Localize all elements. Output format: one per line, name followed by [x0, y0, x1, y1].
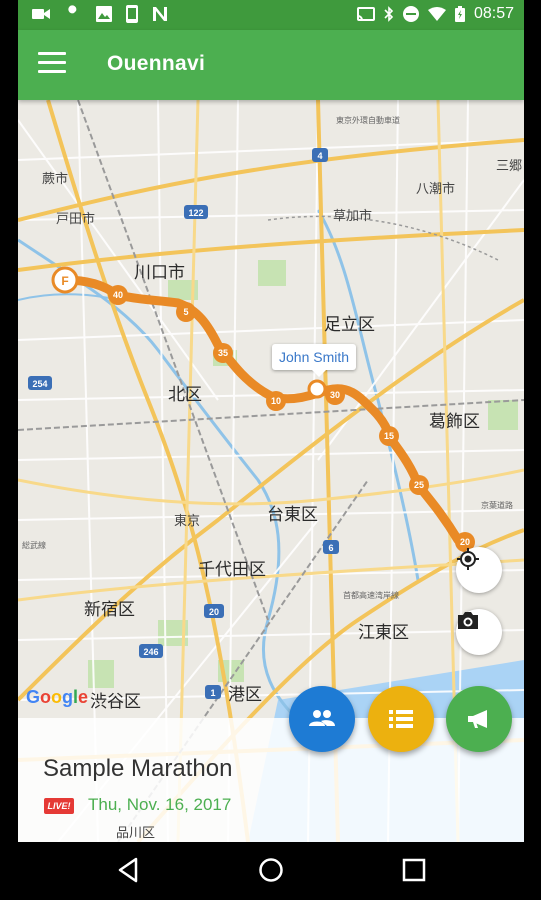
svg-text:F: F: [61, 274, 68, 288]
svg-text:25: 25: [414, 480, 424, 490]
place-label: 足立区: [324, 315, 375, 335]
start-marker[interactable]: F: [51, 266, 79, 294]
list-fab[interactable]: [368, 686, 434, 752]
do-not-disturb-icon: [402, 6, 419, 22]
place-label: 蕨市: [42, 172, 69, 187]
place-label: 港区: [228, 685, 262, 705]
place-label: 戸田市: [56, 212, 96, 227]
svg-text:10: 10: [271, 396, 281, 406]
runner-marker[interactable]: [307, 379, 327, 399]
svg-text:246: 246: [143, 647, 158, 657]
svg-text:122: 122: [188, 208, 203, 218]
km-marker[interactable]: 30: [325, 385, 345, 405]
event-date: Thu, Nov. 16, 2017: [88, 795, 232, 814]
place-label: 渋谷区: [90, 692, 141, 712]
svg-text:30: 30: [330, 390, 340, 400]
my-location-icon: [457, 548, 479, 570]
place-label: 東京: [174, 514, 201, 529]
status-time: 08:57: [473, 5, 514, 22]
svg-text:254: 254: [32, 379, 47, 389]
battery-icon: [454, 6, 465, 22]
road-shield: 6: [323, 540, 339, 554]
road-shield: 1: [205, 685, 221, 699]
back-icon[interactable]: [117, 857, 139, 883]
road-shield: 122: [184, 205, 208, 219]
road-label: 首都高速湾岸線: [343, 591, 399, 600]
runner-callout[interactable]: John Smith: [272, 344, 357, 377]
place-label: 新宿区: [84, 600, 135, 620]
km-marker[interactable]: 10: [266, 391, 286, 411]
cheer-fab[interactable]: [446, 686, 512, 752]
recents-icon[interactable]: [402, 857, 426, 883]
image-icon: [96, 6, 112, 22]
svg-text:6: 6: [328, 543, 333, 553]
bluetooth-icon: [384, 6, 394, 22]
km-marker[interactable]: 5: [176, 302, 196, 322]
wrench-icon: [66, 5, 77, 21]
list-icon: [389, 710, 413, 728]
menu-icon[interactable]: [38, 52, 66, 76]
place-label: 江東区: [358, 623, 409, 643]
place-label: 三郷: [496, 159, 523, 174]
app-bar: Ouennavi: [18, 30, 524, 100]
event-info-panel[interactable]: Sample Marathon LIVE! Thu, Nov. 16, 2017: [18, 718, 524, 842]
app-screen: 08:57 Ouennavi 122 4 254 6 20 246 1 F 40…: [18, 0, 524, 842]
km-marker[interactable]: 35: [213, 343, 233, 363]
status-bar: 08:57: [18, 0, 524, 30]
road-label: 東京外環自動車道: [336, 116, 400, 125]
cast-icon: [356, 7, 375, 21]
km-marker[interactable]: 25: [409, 475, 429, 495]
phone-icon: [126, 5, 138, 23]
my-location-button[interactable]: [456, 547, 502, 593]
place-label: 千代田区: [198, 560, 266, 580]
google-logo: Google: [26, 687, 89, 707]
participants-fab[interactable]: [289, 686, 355, 752]
app-title: Ouennavi: [107, 52, 206, 75]
place-label: 川口市: [134, 263, 185, 283]
group-icon: [309, 710, 335, 726]
wifi-icon: [427, 7, 446, 21]
road-shield: 246: [139, 644, 163, 658]
svg-text:1: 1: [210, 688, 215, 698]
road-shield: 4: [312, 148, 328, 162]
event-title: Sample Marathon: [43, 755, 233, 782]
place-label: 品川区: [116, 826, 156, 841]
km-marker[interactable]: 40: [108, 285, 128, 305]
place-label: 葛飾区: [429, 412, 480, 432]
road-shield: 20: [204, 604, 224, 618]
video-camera-icon: [32, 9, 50, 19]
road-label: 総武線: [22, 541, 46, 550]
svg-text:40: 40: [113, 290, 123, 300]
svg-text:20: 20: [209, 607, 219, 617]
camera-icon: [458, 612, 478, 629]
nav-bar: [0, 842, 541, 900]
place-label: 北区: [168, 385, 202, 405]
svg-text:20: 20: [460, 537, 470, 547]
svg-text:4: 4: [317, 151, 322, 161]
place-label: 台東区: [267, 505, 318, 525]
svg-text:5: 5: [183, 307, 188, 317]
road-label: 京葉道路: [481, 501, 513, 510]
svg-text:15: 15: [384, 431, 394, 441]
live-badge: LIVE!: [44, 798, 74, 814]
svg-text:35: 35: [218, 348, 228, 358]
megaphone-icon: [468, 710, 487, 728]
n-icon: [153, 7, 167, 21]
km-marker[interactable]: 15: [379, 426, 399, 446]
place-label: 草加市: [333, 209, 373, 224]
place-label: 八潮市: [416, 182, 456, 197]
home-icon[interactable]: [258, 857, 284, 883]
camera-button[interactable]: [456, 609, 502, 655]
road-shield: 254: [28, 376, 52, 390]
